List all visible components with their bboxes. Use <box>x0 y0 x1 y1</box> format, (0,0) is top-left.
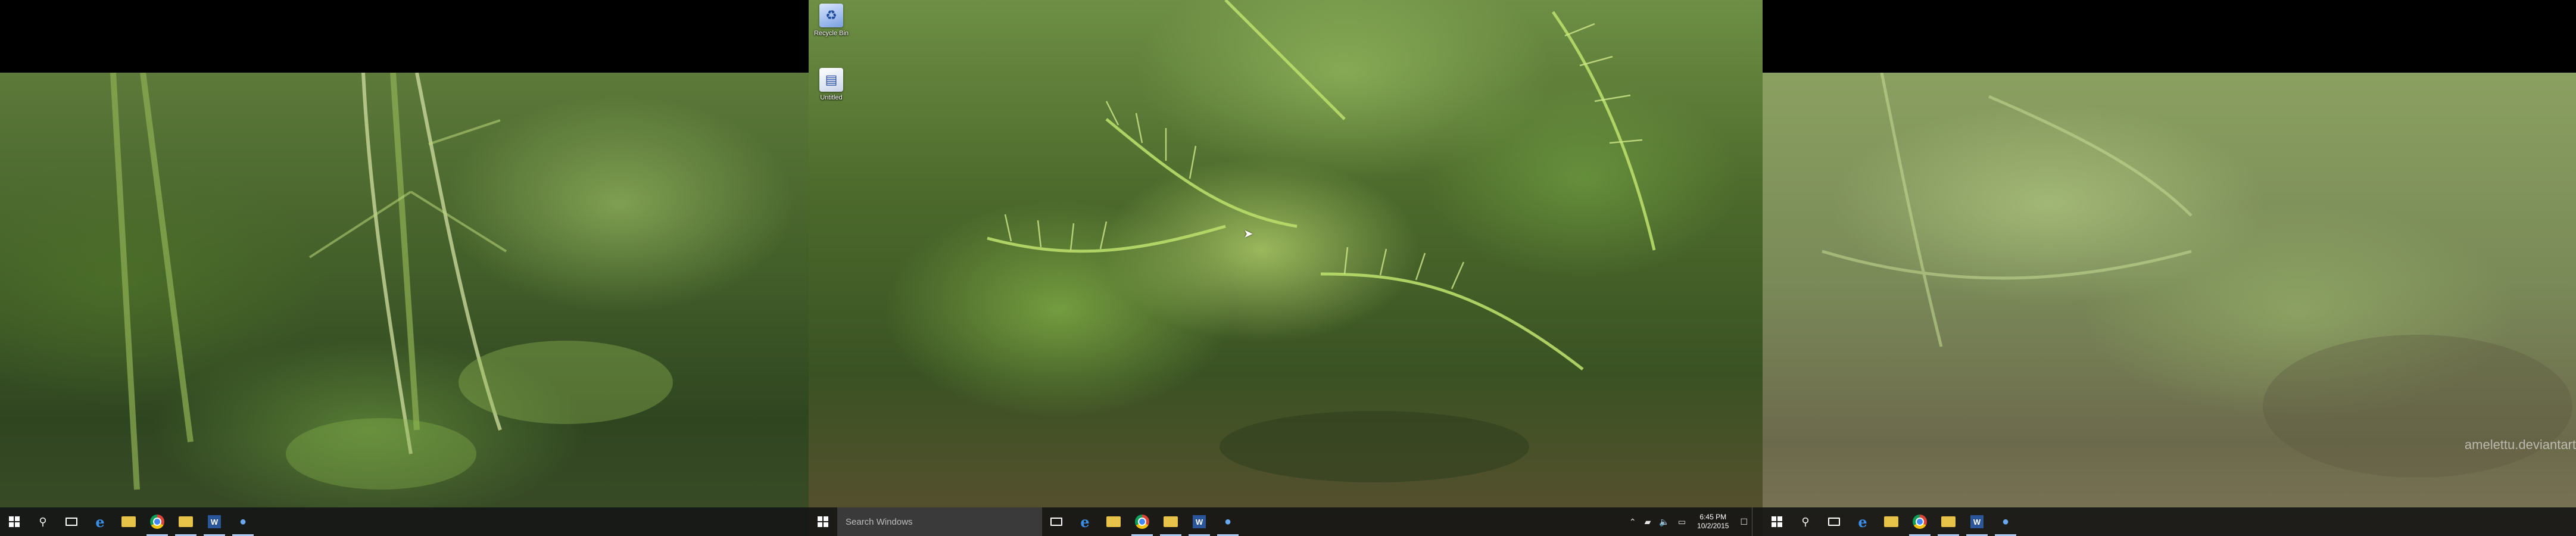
desktop-icon-label: Recycle Bin <box>813 30 849 37</box>
taskbar-edge[interactable]: e <box>86 507 114 536</box>
wallpaper <box>0 73 809 536</box>
action-center-icon[interactable]: ☐ <box>1736 517 1752 527</box>
task-view-icon <box>66 518 77 526</box>
task-view-icon <box>1050 518 1062 526</box>
edge-icon: e <box>1858 513 1867 531</box>
task-view-icon <box>1828 518 1840 526</box>
clock[interactable]: 6:45 PM 10/2/2015 <box>1690 513 1736 531</box>
show-desktop-button[interactable] <box>1752 507 1755 536</box>
folder-icon <box>1106 516 1121 527</box>
chrome-icon <box>150 515 164 529</box>
folder-icon <box>1884 516 1898 527</box>
task-view-button[interactable] <box>1042 507 1071 536</box>
taskbar-file-explorer[interactable] <box>1877 507 1906 536</box>
taskbar-folder-2[interactable] <box>171 507 200 536</box>
taskbar-folder-2[interactable] <box>1156 507 1185 536</box>
taskbar-word[interactable]: W <box>1963 507 1991 536</box>
battery-icon[interactable]: ▭ <box>1674 517 1690 527</box>
taskbar-dropbox[interactable]: ● <box>1214 507 1242 536</box>
edge-icon: e <box>1080 513 1090 531</box>
desktop-icon-recycle-bin[interactable]: ♻ Recycle Bin <box>809 4 854 38</box>
system-tray: ⌃ ▰ 🔈 ▭ 6:45 PM 10/2/2015 ☐ <box>1625 507 1763 536</box>
windows-logo-icon <box>818 516 828 527</box>
task-view-button[interactable] <box>1820 507 1848 536</box>
taskbar-dropbox[interactable]: ● <box>229 507 257 536</box>
taskbar-chrome[interactable] <box>143 507 171 536</box>
taskbar-left: ⚲ e W ● <box>0 507 809 536</box>
word-icon: W <box>1193 515 1206 528</box>
right-monitor: amelettu.deviantart ⚲ e W ● <box>1763 73 2576 536</box>
search-icon: ⚲ <box>1801 515 1810 528</box>
search-input[interactable]: Search Windows <box>837 507 1042 536</box>
taskbar-word[interactable]: W <box>200 507 229 536</box>
start-button[interactable] <box>1763 507 1791 536</box>
search-icon: ⚲ <box>39 515 47 528</box>
taskbar-dropbox[interactable]: ● <box>1991 507 2020 536</box>
taskbar-edge[interactable]: e <box>1848 507 1877 536</box>
search-button[interactable]: ⚲ <box>1791 507 1820 536</box>
folder-icon <box>121 516 136 527</box>
volume-icon[interactable]: 🔈 <box>1655 517 1673 527</box>
left-monitor: ⚲ e W ● <box>0 73 809 536</box>
task-view-button[interactable] <box>57 507 86 536</box>
mouse-cursor: ➤ <box>1243 228 1253 241</box>
chrome-icon <box>1135 515 1149 529</box>
taskbar-right: ⚲ e W ● <box>1763 507 2576 536</box>
taskbar-chrome[interactable] <box>1128 507 1156 536</box>
word-icon: W <box>1970 515 1984 528</box>
taskbar-edge[interactable]: e <box>1071 507 1099 536</box>
chrome-icon <box>1913 515 1927 529</box>
edge-icon: e <box>95 513 105 531</box>
drop-icon: ● <box>1224 515 1232 528</box>
taskbar-folder-2[interactable] <box>1934 507 1963 536</box>
document-icon: ▤ <box>819 68 843 92</box>
wallpaper <box>1763 73 2576 536</box>
taskbar-chrome[interactable] <box>1906 507 1934 536</box>
desktop-icon-document[interactable]: ▤ Untitled <box>809 68 854 102</box>
start-button[interactable] <box>0 507 29 536</box>
word-icon: W <box>208 515 221 528</box>
clock-date: 10/2/2015 <box>1697 522 1729 530</box>
watermark: amelettu.deviantart <box>2464 437 2576 452</box>
drop-icon: ● <box>239 515 247 528</box>
start-button[interactable] <box>809 507 837 536</box>
windows-logo-icon <box>9 516 20 527</box>
recycle-bin-icon: ♻ <box>819 4 843 27</box>
folder-icon <box>179 516 193 527</box>
search-button[interactable]: ⚲ <box>29 507 57 536</box>
taskbar-word[interactable]: W <box>1185 507 1214 536</box>
windows-logo-icon <box>1772 516 1782 527</box>
search-placeholder: Search Windows <box>846 516 913 527</box>
network-icon[interactable]: ▰ <box>1641 517 1655 527</box>
clock-time: 6:45 PM <box>1699 513 1727 521</box>
center-monitor: ♻ Recycle Bin ▤ Untitled ➤ Search Window… <box>809 0 1763 536</box>
taskbar-file-explorer[interactable] <box>1099 507 1128 536</box>
chevron-up-icon[interactable]: ⌃ <box>1625 517 1641 527</box>
folder-icon <box>1164 516 1178 527</box>
folder-icon <box>1941 516 1956 527</box>
taskbar-center: Search Windows e W ● ⌃ ▰ 🔈 ▭ 6:45 PM 10/… <box>809 507 1763 536</box>
taskbar-file-explorer[interactable] <box>114 507 143 536</box>
desktop-icon-label: Untitled <box>820 94 843 101</box>
wallpaper <box>809 0 1763 536</box>
drop-icon: ● <box>2001 515 2010 528</box>
